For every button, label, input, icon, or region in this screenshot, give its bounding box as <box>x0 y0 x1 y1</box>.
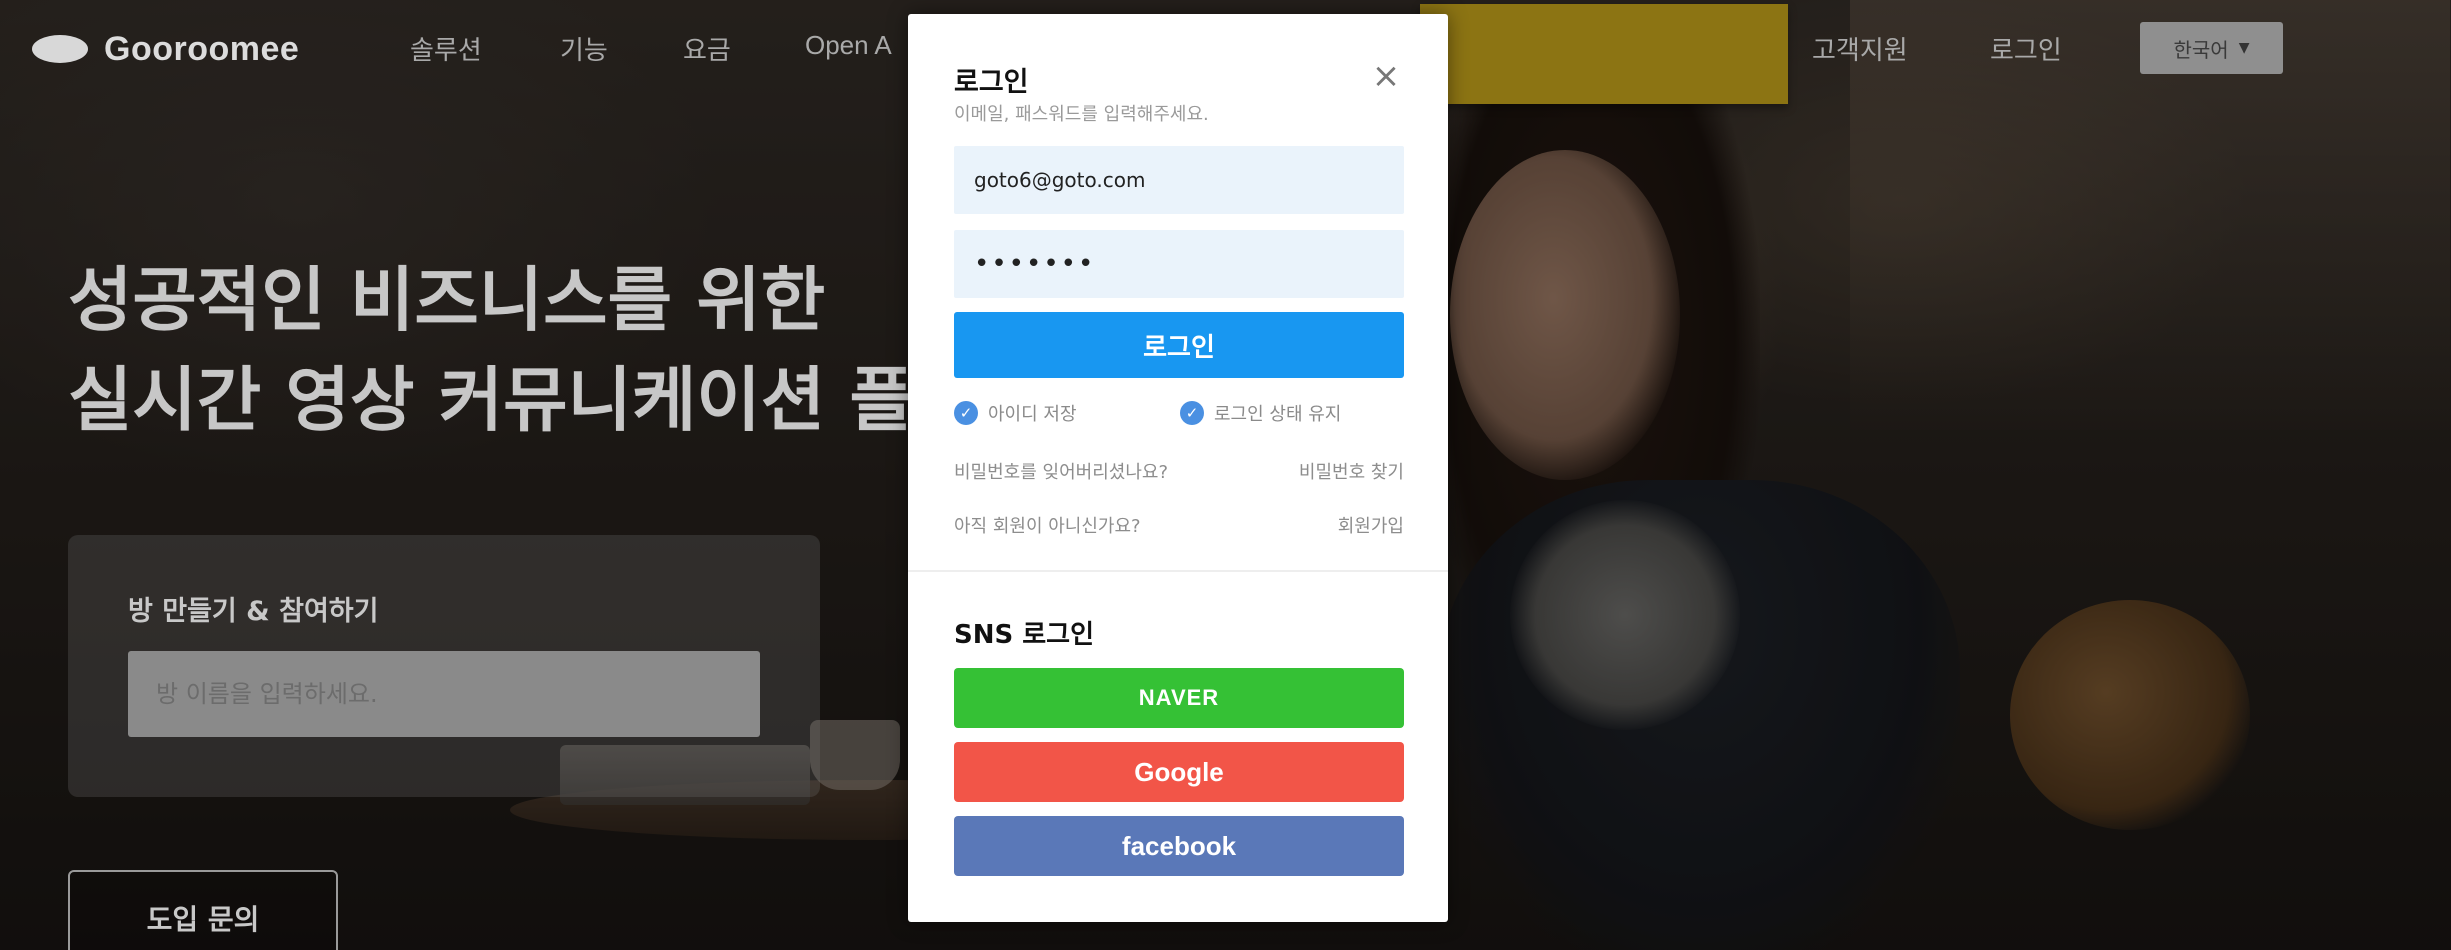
logo[interactable]: Gooroomee <box>32 26 299 72</box>
logo-text: Gooroomee <box>104 29 300 68</box>
nav-support[interactable]: 고객지원 <box>1812 30 1908 67</box>
sns-login-title: SNS 로그인 <box>954 620 1095 650</box>
nav-solutions[interactable]: 솔루션 <box>410 30 482 67</box>
naver-login-button[interactable]: NAVER <box>954 668 1404 728</box>
close-icon[interactable]: × <box>1366 56 1406 96</box>
modal-divider <box>908 570 1448 572</box>
keep-logged-in-label: 로그인 상태 유지 <box>1214 404 1342 425</box>
remember-id-checkbox[interactable]: ✓ 아이디 저장 <box>954 400 1077 426</box>
remember-id-label: 아이디 저장 <box>988 404 1077 425</box>
login-modal: 로그인 이메일, 패스워드를 입력해주세요. × 로그인 ✓ 아이디 저장 ✓ … <box>908 14 1448 922</box>
room-panel-title: 방 만들기 & 참여하기 <box>128 596 379 627</box>
google-login-button[interactable]: Google <box>954 742 1404 802</box>
signup-link[interactable]: 회원가입 <box>1338 512 1404 538</box>
facebook-login-button[interactable]: facebook <box>954 816 1404 876</box>
caret-down-icon: ▼ <box>2238 40 2250 56</box>
find-password-link[interactable]: 비밀번호 찾기 <box>1299 458 1404 484</box>
check-icon: ✓ <box>1180 401 1204 425</box>
keep-logged-in-checkbox[interactable]: ✓ 로그인 상태 유지 <box>1180 400 1341 426</box>
signup-row: 아직 회원이 아니신가요? 회원가입 <box>954 510 1404 540</box>
forgot-password-row: 비밀번호를 잊어버리셨나요? 비밀번호 찾기 <box>954 456 1404 486</box>
modal-subtitle: 이메일, 패스워드를 입력해주세요. <box>954 104 1209 125</box>
login-button[interactable]: 로그인 <box>954 312 1404 378</box>
language-select[interactable]: 한국어 ▼ <box>2140 22 2283 74</box>
intro-inquiry-button[interactable]: 도입 문의 <box>68 870 338 950</box>
modal-title: 로그인 <box>954 67 1029 98</box>
nav-cta-button[interactable] <box>1420 4 1788 104</box>
hero-title-line-1: 성공적인 비즈니스를 위한 <box>68 259 826 341</box>
room-name-input[interactable] <box>128 651 760 737</box>
password-field[interactable] <box>954 230 1404 298</box>
not-member-question: 아직 회원이 아니신가요? <box>954 516 1141 537</box>
language-label: 한국어 <box>2173 37 2229 62</box>
forgot-password-question: 비밀번호를 잊어버리셨나요? <box>954 462 1168 483</box>
room-panel: 방 만들기 & 참여하기 <box>68 535 820 797</box>
nav-pricing[interactable]: 요금 <box>683 30 731 67</box>
hero-title: 성공적인 비즈니스를 위한 실시간 영상 커뮤니케이션 플 <box>68 250 948 460</box>
nav-features[interactable]: 기능 <box>560 30 608 67</box>
hero-title-line-2: 실시간 영상 커뮤니케이션 플 <box>68 359 914 441</box>
nav-open-api[interactable]: Open A <box>805 30 892 61</box>
nav-login[interactable]: 로그인 <box>1990 30 2062 67</box>
logo-cloud-icon <box>32 35 88 63</box>
check-icon: ✓ <box>954 401 978 425</box>
email-field[interactable] <box>954 146 1404 214</box>
